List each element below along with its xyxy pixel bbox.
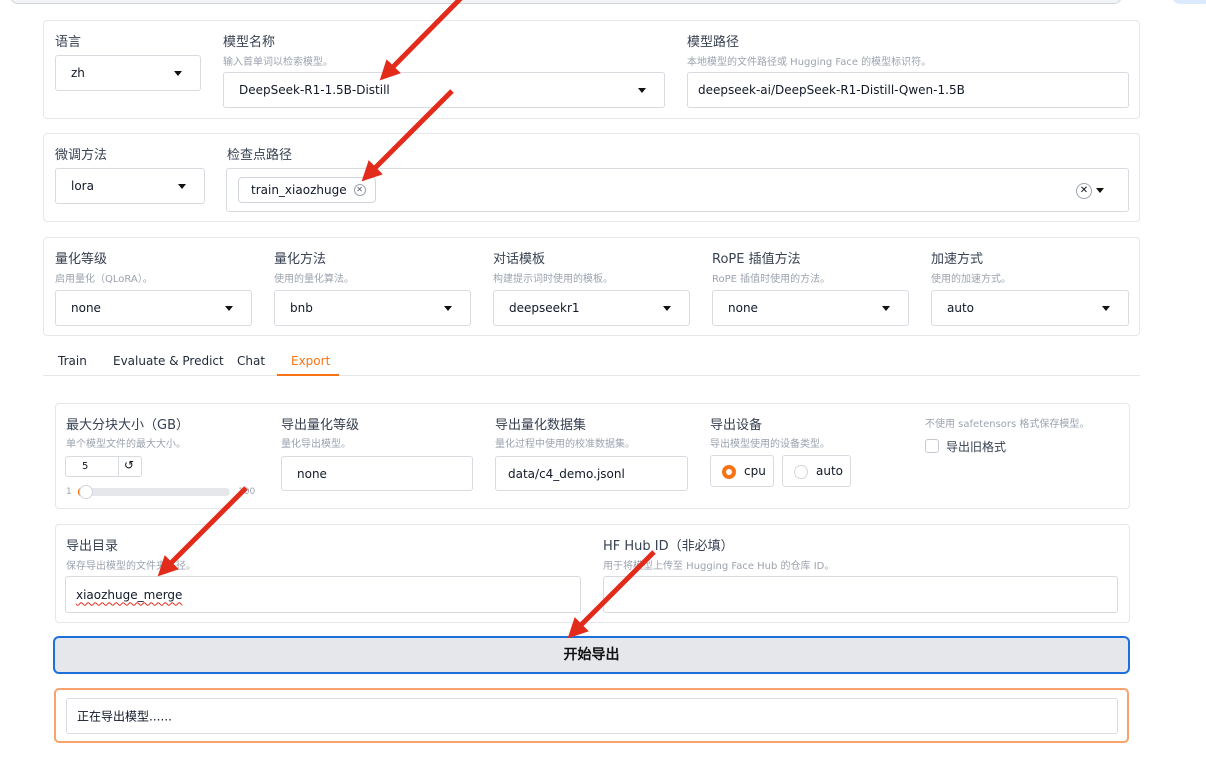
model-name-label: 模型名称: [223, 35, 276, 50]
export-quant-hint: 量化导出模型。: [281, 439, 351, 450]
quant-level-label: 量化等级: [55, 252, 108, 267]
export-quant-select[interactable]: none: [281, 456, 473, 491]
checkpoint-label: 检查点路径: [227, 148, 293, 163]
chevron-down-icon: [663, 306, 671, 311]
quant-level-value: none: [71, 301, 101, 315]
model-path-hint: 本地模型的文件路径或 Hugging Face 的模型标识符。: [687, 57, 932, 68]
device-option-cpu[interactable]: cpu: [710, 455, 774, 487]
quant-dataset-hint: 量化过程中使用的校准数据集。: [495, 439, 635, 450]
quant-dataset-value: data/c4_demo.jsonl: [508, 466, 625, 481]
template-hint: 构建提示词时使用的模板。: [493, 274, 613, 285]
quant-method-value: bnb: [290, 301, 313, 315]
template-label: 对话模板: [493, 252, 546, 267]
quant-level-hint: 启用量化（QLoRA）。: [55, 274, 153, 285]
legacy-format-label[interactable]: 导出旧格式: [946, 438, 1006, 455]
start-export-label: 开始导出: [563, 647, 620, 663]
status-output: 正在导出模型......: [66, 698, 1118, 734]
model-name-hint: 输入首单词以检索模型。: [223, 57, 333, 68]
template-value: deepseekr1: [509, 301, 580, 315]
model-path-value: deepseek-ai/DeepSeek-R1-Distill-Qwen-1.5…: [698, 83, 965, 97]
chevron-down-icon: [882, 306, 890, 311]
export-device-hint: 导出模型使用的设备类型。: [710, 439, 830, 450]
model-name-select[interactable]: DeepSeek-R1-1.5B-Distill: [223, 72, 665, 108]
active-tab-underline: [277, 374, 339, 376]
chevron-down-icon[interactable]: [1096, 188, 1104, 193]
model-path-input[interactable]: deepseek-ai/DeepSeek-R1-Distill-Qwen-1.5…: [687, 72, 1129, 108]
booster-select[interactable]: auto: [931, 290, 1129, 326]
legacy-format-checkbox[interactable]: [925, 439, 939, 453]
tag-remove-icon[interactable]: ✕: [353, 184, 366, 196]
language-select[interactable]: zh: [55, 55, 201, 91]
chevron-down-icon: [638, 88, 646, 93]
shard-size-slider[interactable]: [78, 485, 230, 499]
checkpoint-tag: train_xiaozhuge ✕: [238, 177, 376, 203]
quant-method-hint: 使用的量化算法。: [274, 274, 354, 285]
rope-select[interactable]: none: [712, 290, 909, 326]
tab-export[interactable]: Export: [291, 354, 330, 368]
shard-size-label: 最大分块大小（GB）: [66, 418, 189, 433]
tab-train[interactable]: Train: [58, 354, 87, 368]
chevron-down-icon: [178, 184, 186, 189]
device-option-auto[interactable]: auto: [782, 455, 851, 487]
quant-method-select[interactable]: bnb: [274, 290, 471, 326]
shard-size-input[interactable]: 5 ↺: [65, 456, 142, 477]
checkpoint-multiselect[interactable]: train_xiaozhuge ✕ ✕: [226, 168, 1129, 212]
hub-id-input[interactable]: [603, 576, 1118, 613]
language-label: 语言: [55, 35, 82, 50]
export-dir-value: xiaozhuge_merge: [76, 587, 183, 602]
rope-hint: RoPE 插值时使用的方法。: [712, 274, 831, 285]
checkpoint-tag-label: train_xiaozhuge: [251, 183, 347, 197]
reset-icon[interactable]: ↺: [124, 458, 134, 472]
hub-id-hint: 用于将模型上传至 Hugging Face Hub 的仓库 ID。: [603, 561, 835, 572]
device-option-cpu-label: cpu: [744, 464, 766, 478]
quant-dataset-input[interactable]: data/c4_demo.jsonl: [495, 456, 688, 491]
booster-value: auto: [947, 301, 975, 315]
clear-all-icon[interactable]: ✕: [1076, 183, 1092, 199]
reset-divider: [118, 457, 119, 476]
chevron-down-icon: [1102, 306, 1110, 311]
template-select[interactable]: deepseekr1: [493, 290, 690, 326]
start-export-button[interactable]: 开始导出: [53, 636, 1130, 674]
finetune-method-value: lora: [71, 179, 94, 193]
device-option-auto-label: auto: [816, 464, 844, 478]
chevron-down-icon: [225, 306, 233, 311]
slider-thumb[interactable]: [79, 485, 93, 499]
chevron-down-icon: [444, 306, 452, 311]
slider-max-label: 100: [238, 487, 256, 497]
legacy-format-hint: 不使用 safetensors 格式保存模型。: [925, 419, 1090, 430]
finetune-method-label: 微调方法: [55, 148, 108, 163]
export-dir-hint: 保存导出模型的文件夹路径。: [66, 561, 196, 572]
quant-level-select[interactable]: none: [55, 290, 252, 326]
booster-hint: 使用的加速方式。: [931, 274, 1011, 285]
quant-dataset-label: 导出量化数据集: [495, 418, 587, 433]
shard-size-hint: 单个模型文件的最大大小。: [66, 439, 186, 450]
chevron-down-icon: [174, 71, 182, 76]
export-dir-label: 导出目录: [66, 539, 119, 554]
model-name-value: DeepSeek-R1-1.5B-Distill: [239, 83, 390, 97]
radio-selected-icon: [722, 465, 736, 479]
status-text: 正在导出模型......: [77, 709, 172, 724]
hub-id-label: HF Hub ID（非必填）: [603, 539, 734, 554]
tab-chat[interactable]: Chat: [237, 354, 265, 368]
tab-bar-divider: [43, 375, 1140, 376]
rope-label: RoPE 插值方法: [712, 252, 801, 267]
finetune-method-select[interactable]: lora: [55, 168, 205, 204]
rope-value: none: [728, 301, 758, 315]
shard-size-value: 5: [82, 461, 89, 472]
export-quant-label: 导出量化等级: [281, 418, 360, 433]
slider-min-label: 1: [66, 487, 72, 497]
export-quant-value: none: [297, 466, 327, 481]
top-right-button-edge[interactable]: [1172, 0, 1206, 4]
quant-method-label: 量化方法: [274, 252, 327, 267]
model-path-label: 模型路径: [687, 35, 740, 50]
top-partial-bar: [10, 0, 1122, 4]
export-dir-input[interactable]: xiaozhuge_merge: [65, 576, 581, 613]
booster-label: 加速方式: [931, 252, 984, 267]
tab-evaluate-predict[interactable]: Evaluate & Predict: [113, 354, 224, 368]
export-device-label: 导出设备: [710, 418, 763, 433]
radio-unselected-icon: [794, 465, 808, 479]
language-value: zh: [71, 66, 85, 80]
